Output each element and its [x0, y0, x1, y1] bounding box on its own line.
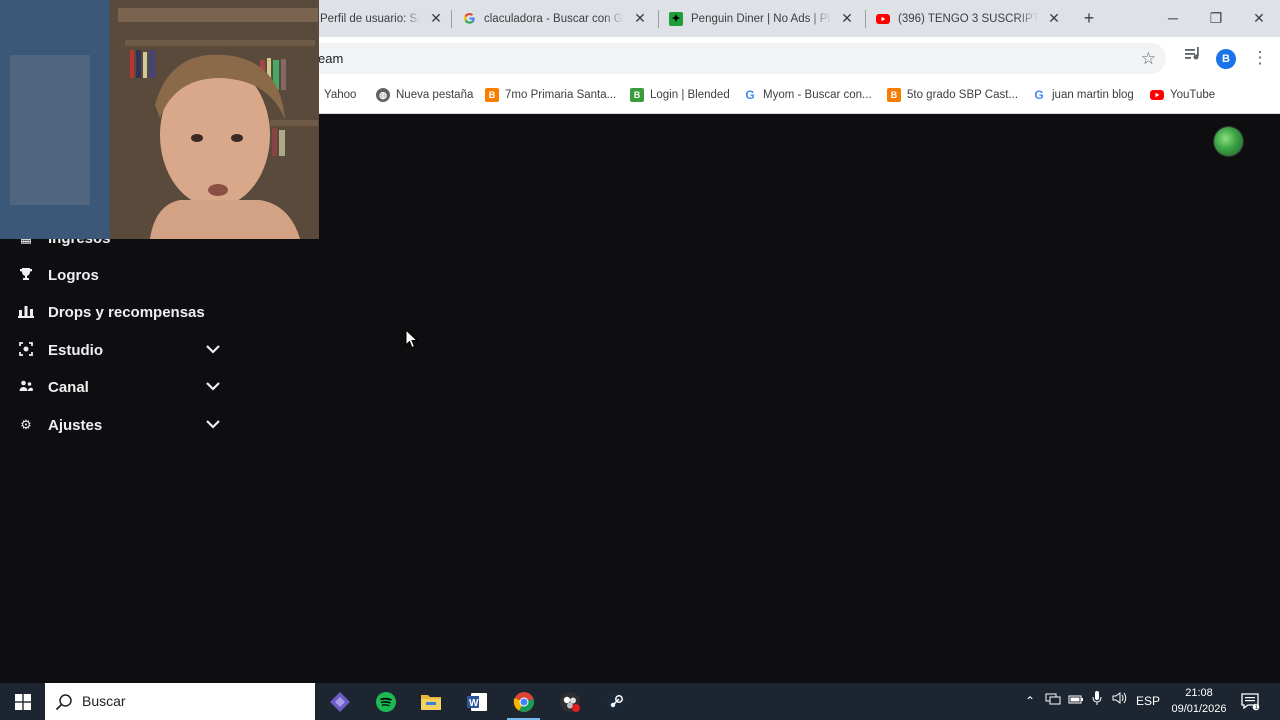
sidebar-item-drops[interactable]: Drops y recompensas: [0, 297, 240, 327]
mouse-cursor-icon: [405, 329, 419, 349]
youtube-icon: [876, 12, 890, 26]
tab-separator: [658, 10, 659, 28]
blended-icon: B: [630, 88, 644, 102]
bookmark-label: juan martin blog: [1052, 89, 1134, 101]
bookmark-label: Myom - Buscar con...: [763, 89, 872, 101]
spotify-icon[interactable]: [363, 683, 408, 720]
new-tab-button[interactable]: +: [1078, 7, 1100, 29]
language-indicator[interactable]: ESP: [1136, 683, 1160, 720]
system-clock[interactable]: 21:08 09/01/2026: [1166, 685, 1232, 717]
visual-studio-icon[interactable]: [317, 683, 362, 720]
bookmark-label: Yahoo: [324, 89, 357, 101]
close-tab-icon[interactable]: ✕: [428, 10, 444, 27]
sidebar-item-label: Canal: [48, 378, 89, 396]
clock-time: 21:08: [1185, 687, 1213, 699]
bookmark-myom[interactable]: G Myom - Buscar con...: [743, 77, 872, 113]
restore-icon[interactable]: ❐: [1194, 0, 1238, 37]
close-window-icon[interactable]: ✕: [1237, 0, 1280, 37]
tab-penguin-diner[interactable]: ✦ Penguin Diner | No Ads | Pla ✕: [669, 0, 855, 37]
youtube-icon: [1150, 88, 1164, 102]
tab-youtube-video[interactable]: (396) TENGO 3 SUSCRIPTORES ✕: [876, 0, 1062, 37]
search-icon: [55, 694, 72, 711]
sidebar-item-canal[interactable]: Canal: [0, 372, 240, 402]
close-tab-icon[interactable]: ✕: [632, 10, 648, 27]
tab-google-search[interactable]: claculadora - Buscar con Google ✕: [462, 0, 648, 37]
bookmark-label: Login | Blended: [650, 89, 730, 101]
studio-icon: [18, 342, 34, 358]
notification-center-icon[interactable]: 1: [1240, 691, 1260, 711]
trophy-icon: [18, 267, 34, 283]
word-icon[interactable]: W: [454, 683, 499, 720]
game-icon: ✦: [669, 11, 683, 26]
sidebar-item-label: Ajustes: [48, 416, 103, 434]
close-tab-icon[interactable]: ✕: [1046, 10, 1062, 27]
tab-title: Penguin Diner | No Ads | Pla: [691, 12, 831, 25]
tab-title: Perfil de usuario: Sa: [320, 12, 420, 25]
google-icon: G: [745, 88, 755, 102]
file-explorer-icon[interactable]: [408, 683, 453, 720]
minimize-icon[interactable]: ─: [1151, 0, 1195, 37]
channel-icon: [18, 379, 34, 395]
more-menu-icon[interactable]: ⋮: [1250, 46, 1270, 70]
media-control-icon[interactable]: [1183, 46, 1203, 66]
bookmark-blended[interactable]: B Login | Blended: [630, 77, 730, 113]
bookmark-label: 7mo Primaria Santa...: [505, 89, 617, 101]
windows-taskbar: Buscar W ⌃ ESP 21:08 09/01/2026 1: [0, 683, 1280, 720]
sidebar-item-ajustes[interactable]: ⚙ Ajustes: [0, 410, 240, 440]
tab-title: (396) TENGO 3 SUSCRIPTORES: [898, 12, 1038, 25]
bookmark-label: 5to grado SBP Cast...: [907, 89, 1019, 101]
profile-avatar[interactable]: B: [1216, 49, 1236, 69]
bookmark-new-tab[interactable]: ◍ Nueva pestaña: [376, 77, 473, 113]
volume-icon[interactable]: [1110, 683, 1130, 720]
bookmark-7mo-primaria[interactable]: B 7mo Primaria Santa...: [485, 77, 616, 113]
bookmark-label: Nueva pestaña: [396, 89, 474, 101]
obs-icon[interactable]: [547, 683, 592, 720]
bookmark-youtube[interactable]: YouTube: [1150, 77, 1215, 113]
globe-icon: ◍: [376, 88, 390, 102]
show-hidden-icons-icon[interactable]: ⌃: [1022, 683, 1038, 720]
sidebar-item-label: Logros: [48, 266, 99, 284]
chevron-down-icon[interactable]: [204, 342, 222, 358]
tab-separator: [865, 10, 866, 28]
clock-date: 09/01/2026: [1171, 703, 1227, 715]
sidebar-item-logros[interactable]: Logros: [0, 260, 240, 290]
steam-icon[interactable]: [593, 683, 638, 720]
gear-icon: ⚙: [20, 417, 32, 432]
google-icon: [462, 12, 476, 26]
chrome-icon[interactable]: [501, 683, 546, 720]
drops-icon: [18, 304, 34, 320]
blogger-icon: B: [887, 88, 901, 102]
chevron-down-icon[interactable]: [204, 379, 222, 395]
blogger-icon: B: [485, 88, 499, 102]
windows-logo-icon: [14, 693, 31, 710]
sidebar-item-estudio[interactable]: Estudio: [0, 335, 240, 365]
address-text: eam: [318, 51, 344, 66]
tab-title: claculadora - Buscar con Google: [484, 12, 624, 25]
chevron-down-icon[interactable]: [204, 417, 222, 433]
sidebar-item-label: Drops y recompensas: [48, 303, 205, 321]
tab-separator: [451, 10, 452, 28]
close-tab-icon[interactable]: ✕: [839, 10, 855, 27]
tab-user-profile[interactable]: Perfil de usuario: Sa ✕: [320, 0, 444, 37]
windows-start-button[interactable]: [0, 683, 45, 720]
battery-icon[interactable]: [1066, 683, 1086, 720]
taskbar-search-box[interactable]: Buscar: [45, 683, 315, 720]
network-icon[interactable]: [1043, 683, 1063, 720]
microphone-icon[interactable]: [1088, 683, 1106, 720]
bookmark-5to-grado[interactable]: B 5to grado SBP Cast...: [887, 77, 1018, 113]
sidebar-item-label: Estudio: [48, 341, 103, 359]
bookmark-juan-martin[interactable]: G juan martin blog: [1032, 77, 1134, 113]
svg-text:W: W: [469, 698, 479, 709]
user-avatar[interactable]: [1214, 127, 1243, 156]
search-placeholder: Buscar: [82, 693, 126, 709]
bookmark-star-icon[interactable]: ☆: [1141, 43, 1156, 74]
webcam-overlay: [0, 0, 319, 239]
bookmark-label: YouTube: [1170, 89, 1216, 101]
google-icon: G: [1034, 88, 1044, 102]
